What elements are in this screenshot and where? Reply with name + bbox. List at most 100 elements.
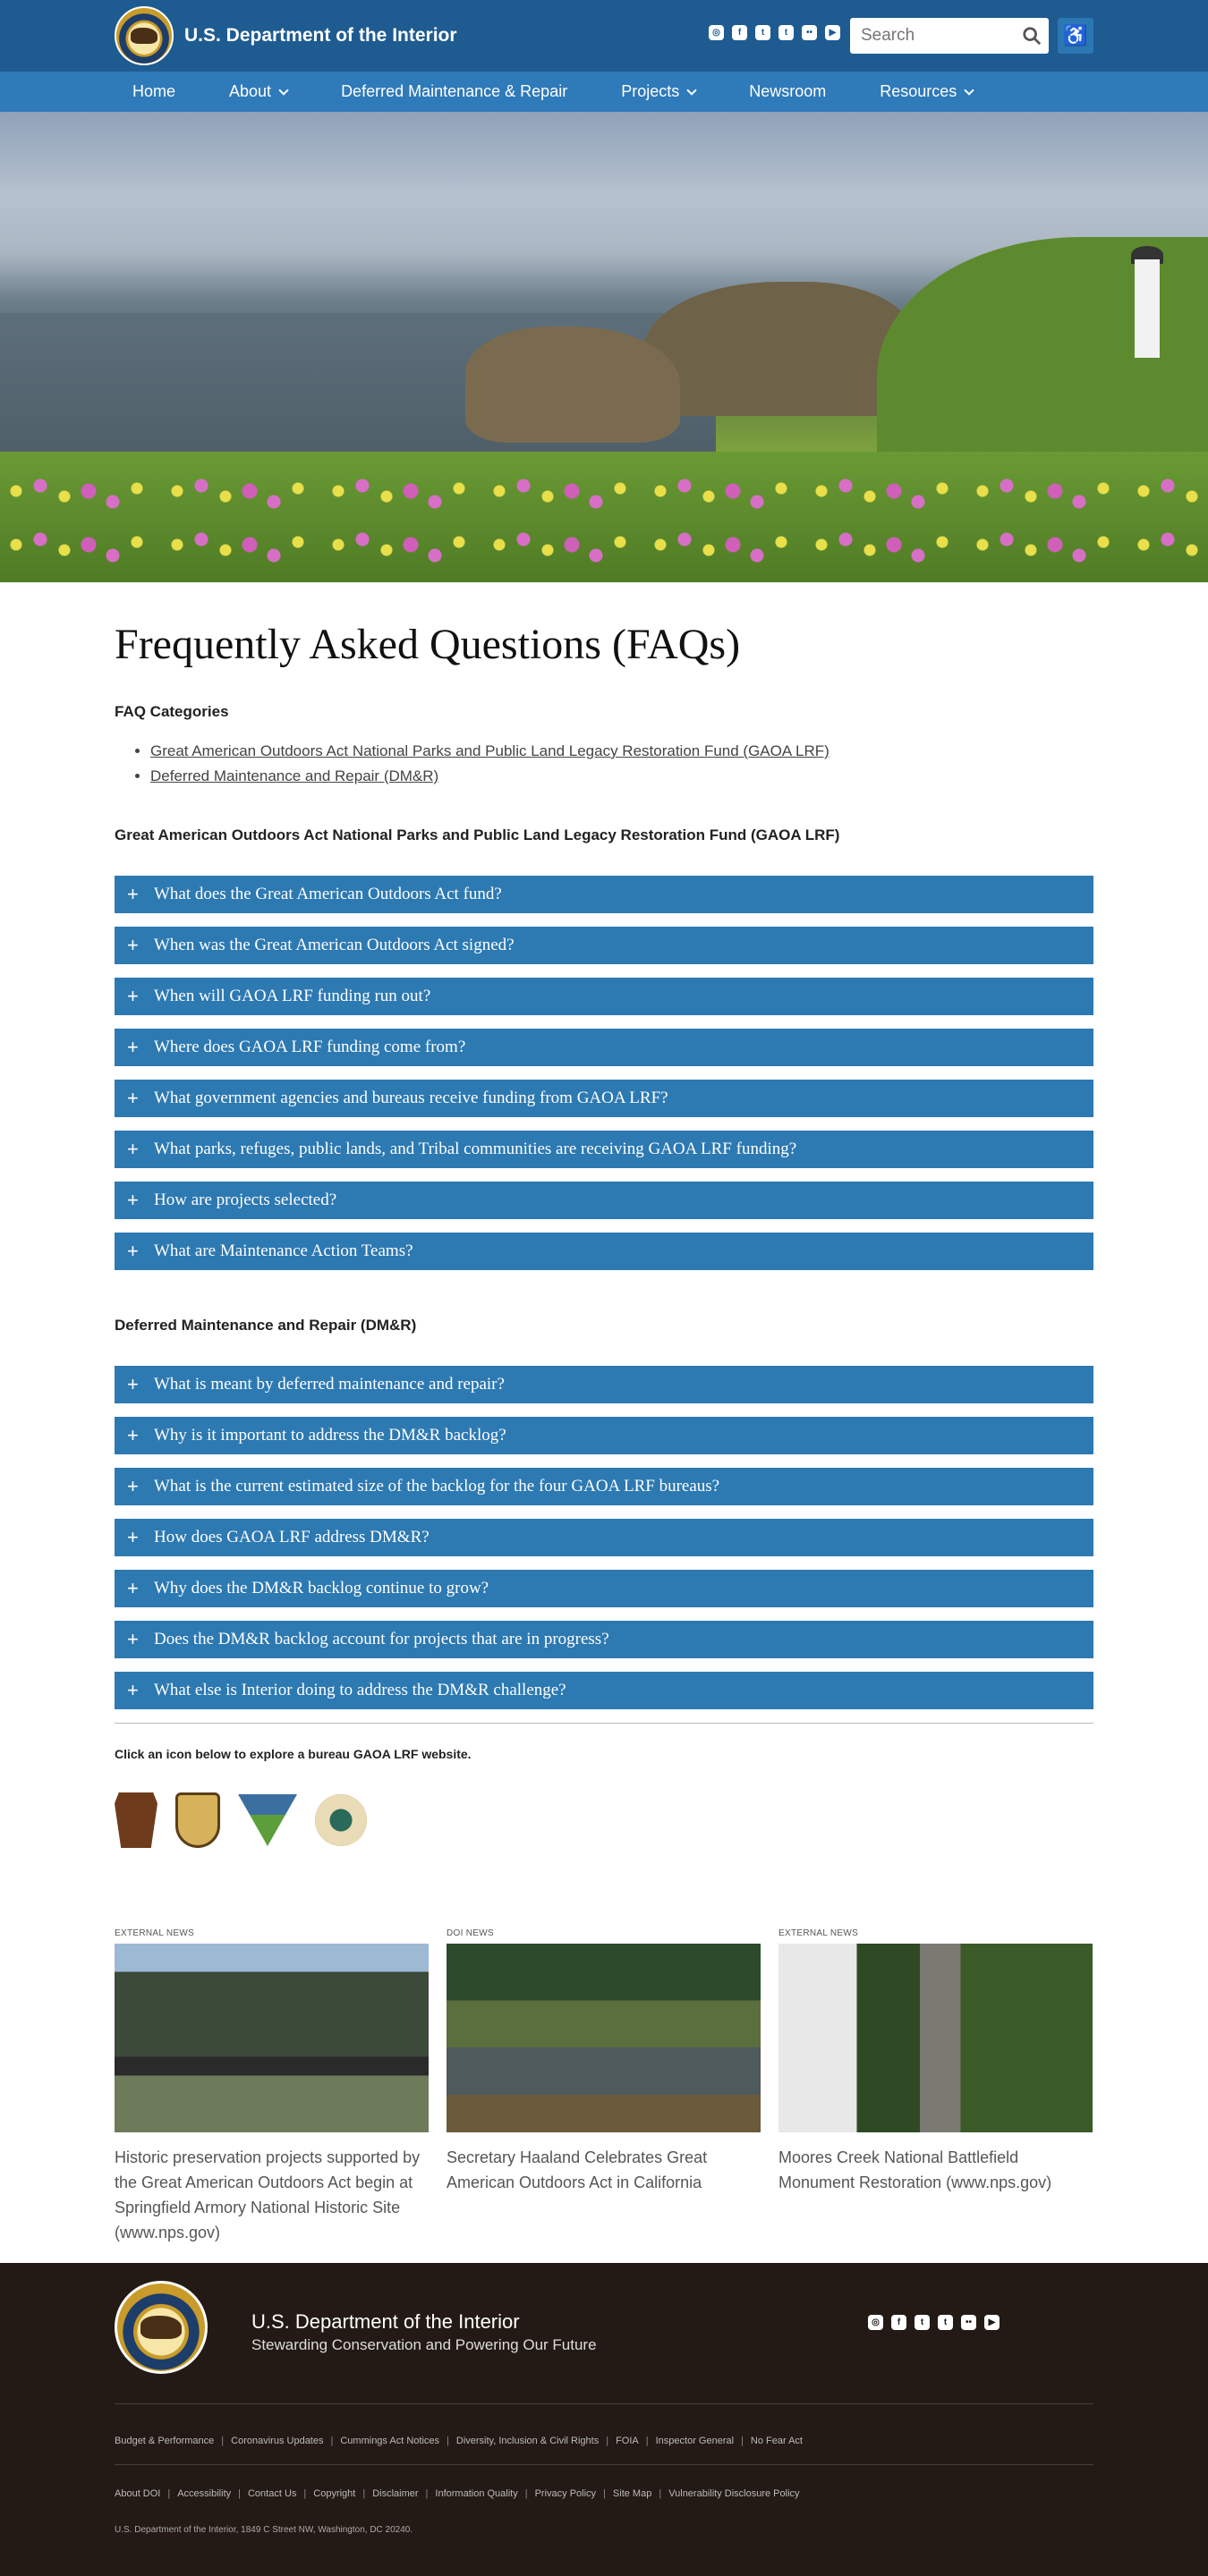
nav-projects-label: Projects xyxy=(621,82,680,100)
footer-link[interactable]: Disclaimer xyxy=(372,2488,418,2499)
faq-accordion[interactable]: + What else is Interior doing to address … xyxy=(115,1672,1093,1709)
divider xyxy=(115,1723,1093,1724)
faq-accordion[interactable]: + Where does GAOA LRF funding come from? xyxy=(115,1029,1093,1066)
plus-icon: + xyxy=(127,1475,139,1497)
fws-logo[interactable] xyxy=(175,1792,220,1848)
faq-question: How are projects selected? xyxy=(154,1191,337,1209)
nav-about-label: About xyxy=(229,82,272,100)
footer-link[interactable]: Copyright xyxy=(313,2488,355,2499)
nav-about[interactable]: About xyxy=(211,82,289,101)
instagram-icon[interactable]: ◎ xyxy=(709,25,724,40)
category-link-dmr[interactable]: Deferred Maintenance and Repair (DM&R) xyxy=(150,764,1093,789)
youtube-icon[interactable]: ▶ xyxy=(984,2315,1000,2330)
faq-accordion[interactable]: + Why does the DM&R backlog continue to g… xyxy=(115,1570,1093,1607)
flickr-icon[interactable]: •• xyxy=(961,2315,976,2330)
news-image[interactable] xyxy=(447,1944,761,2132)
chevron-down-icon xyxy=(686,84,697,96)
site-header: U.S. Department of the Interior ◎ f t t … xyxy=(0,0,1208,112)
facebook-icon[interactable]: f xyxy=(891,2315,906,2330)
news-card[interactable]: EXTERNAL NEWS Historic preservation proj… xyxy=(115,1928,429,2245)
faq-accordion[interactable]: + How does GAOA LRF address DM&R? xyxy=(115,1519,1093,1556)
footer-link[interactable]: About DOI xyxy=(115,2488,160,2499)
faq-accordion[interactable]: + When was the Great American Outdoors Ac… xyxy=(115,927,1093,964)
footer-link[interactable]: Diversity, Inclusion & Civil Rights xyxy=(456,2436,599,2446)
faq-accordion[interactable]: + When will GAOA LRF funding run out? xyxy=(115,978,1093,1015)
nav-resources-label: Resources xyxy=(880,82,957,100)
plus-icon: + xyxy=(127,1138,139,1160)
faq-question: What parks, refuges, public lands, and T… xyxy=(154,1140,797,1158)
main-nav: Home About Deferred Maintenance & Repair… xyxy=(0,72,1208,112)
news-tag: EXTERNAL NEWS xyxy=(115,1928,195,1938)
nps-logo[interactable] xyxy=(115,1792,157,1848)
nav-home[interactable]: Home xyxy=(115,82,175,101)
separator: | xyxy=(741,2436,744,2446)
faq-accordion[interactable]: + What government agencies and bureaus re… xyxy=(115,1080,1093,1117)
nav-projects[interactable]: Projects xyxy=(603,82,697,101)
separator: | xyxy=(221,2436,225,2446)
blm-logo[interactable] xyxy=(238,1794,297,1846)
footer-link[interactable]: Cummings Act Notices xyxy=(340,2436,439,2446)
faq-accordion[interactable]: + How are projects selected? xyxy=(115,1182,1093,1219)
facebook-icon[interactable]: f xyxy=(732,25,747,40)
bie-logo[interactable] xyxy=(315,1794,367,1846)
tumblr-icon[interactable]: t xyxy=(778,25,794,40)
plus-icon: + xyxy=(127,1240,139,1262)
plus-icon: + xyxy=(127,1087,139,1109)
news-title[interactable]: Moores Creek National Battlefield Monume… xyxy=(778,2145,1093,2195)
search-input[interactable] xyxy=(850,18,1011,54)
news-title[interactable]: Historic preservation projects supported… xyxy=(115,2145,429,2245)
faq-accordion[interactable]: + What is meant by deferred maintenance a… xyxy=(115,1366,1093,1403)
footer-link[interactable]: Accessibility xyxy=(177,2488,231,2499)
plus-icon: + xyxy=(127,1577,139,1599)
news-card[interactable]: EXTERNAL NEWS Moores Creek National Batt… xyxy=(778,1928,1093,2245)
news-card[interactable]: DOI NEWS Secretary Haaland Celebrates Gr… xyxy=(447,1928,761,2245)
plus-icon: + xyxy=(127,1526,139,1548)
faq-accordion[interactable]: + Does the DM&R backlog account for proje… xyxy=(115,1621,1093,1658)
footer-link[interactable]: FOIA xyxy=(616,2436,639,2446)
separator: | xyxy=(645,2436,649,2446)
site-title: U.S. Department of the Interior xyxy=(184,25,457,46)
twitter-icon[interactable]: t xyxy=(915,2315,930,2330)
nav-resources[interactable]: Resources xyxy=(862,82,974,101)
search-icon[interactable] xyxy=(1022,26,1042,46)
accordion-dmr: + What is meant by deferred maintenance a… xyxy=(115,1366,1093,1709)
category-link-gaoa[interactable]: Great American Outdoors Act National Par… xyxy=(150,739,1093,764)
nav-newsroom[interactable]: Newsroom xyxy=(731,82,826,101)
footer-link[interactable]: Privacy Policy xyxy=(535,2488,596,2499)
news-title[interactable]: Secretary Haaland Celebrates Great Ameri… xyxy=(447,2145,761,2195)
footer-link[interactable]: Coronavirus Updates xyxy=(231,2436,323,2446)
plus-icon: + xyxy=(127,985,139,1007)
accessibility-button[interactable]: ♿ xyxy=(1058,18,1093,54)
footer-link[interactable]: Inspector General xyxy=(656,2436,734,2446)
footer-social-links: ◎ f t t •• ▶ xyxy=(868,2315,1000,2330)
bison-icon xyxy=(131,28,157,44)
news-image[interactable] xyxy=(778,1944,1093,2132)
faq-accordion[interactable]: + What does the Great American Outdoors A… xyxy=(115,876,1093,913)
faq-question: Does the DM&R backlog account for projec… xyxy=(154,1630,609,1648)
footer-link[interactable]: Site Map xyxy=(613,2488,651,2499)
youtube-icon[interactable]: ▶ xyxy=(825,25,840,40)
footer-link[interactable]: Budget & Performance xyxy=(115,2436,214,2446)
flickr-icon[interactable]: •• xyxy=(802,25,817,40)
plus-icon: + xyxy=(127,1424,139,1446)
home-link[interactable]: U.S. Department of the Interior xyxy=(115,6,457,65)
separator: | xyxy=(303,2488,307,2499)
doi-seal-logo[interactable] xyxy=(115,2281,208,2374)
social-links: ◎ f t t •• ▶ xyxy=(709,25,840,40)
plus-icon: + xyxy=(127,1373,139,1395)
tumblr-icon[interactable]: t xyxy=(938,2315,953,2330)
twitter-icon[interactable]: t xyxy=(755,25,770,40)
footer-link[interactable]: Information Quality xyxy=(435,2488,517,2499)
nav-deferred-maintenance[interactable]: Deferred Maintenance & Repair xyxy=(323,82,567,101)
instagram-icon[interactable]: ◎ xyxy=(868,2315,883,2330)
plus-icon: + xyxy=(127,1628,139,1650)
footer-link[interactable]: Contact Us xyxy=(248,2488,296,2499)
faq-accordion[interactable]: + Why is it important to address the DM&R… xyxy=(115,1417,1093,1454)
footer-link[interactable]: No Fear Act xyxy=(751,2436,803,2446)
faq-accordion[interactable]: + What are Maintenance Action Teams? xyxy=(115,1233,1093,1270)
footer-link[interactable]: Vulnerability Disclosure Policy xyxy=(668,2488,799,2499)
faq-accordion[interactable]: + What parks, refuges, public lands, and … xyxy=(115,1131,1093,1168)
faq-accordion[interactable]: + What is the current estimated size of t… xyxy=(115,1468,1093,1505)
footer-tagline: Stewarding Conservation and Powering Our… xyxy=(251,2336,597,2353)
news-image[interactable] xyxy=(115,1944,429,2132)
